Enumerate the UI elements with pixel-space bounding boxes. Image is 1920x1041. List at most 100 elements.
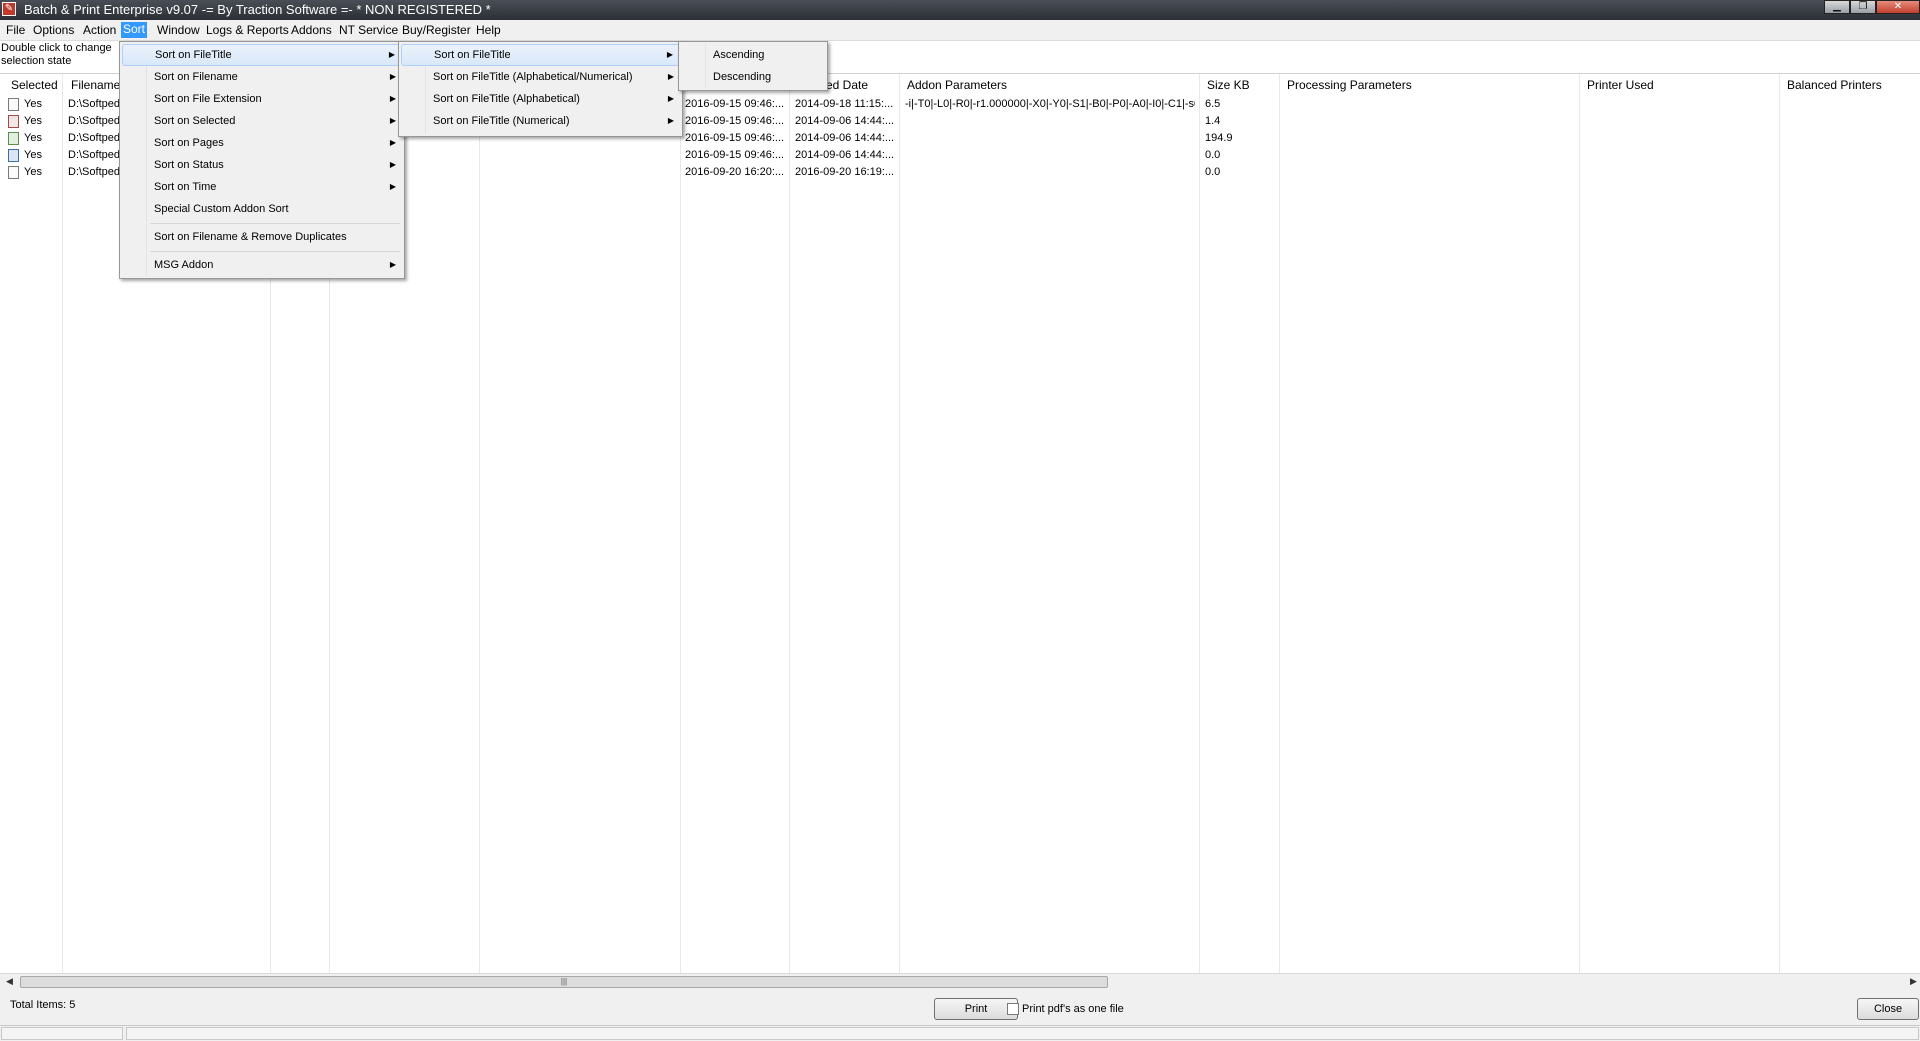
ascending-item[interactable]: Ascending	[681, 44, 825, 66]
submenu-arrow-icon: ▶	[388, 50, 395, 59]
menu-action[interactable]: Action	[81, 23, 118, 37]
submenu-arrow-icon: ▶	[389, 260, 396, 269]
close-button[interactable]: Close	[1857, 998, 1919, 1020]
filename-cell: D:\Softped	[68, 132, 120, 144]
sort-on-filename-item[interactable]: Sort on Filename ▶	[122, 66, 402, 88]
print-button[interactable]: Print	[934, 998, 1018, 1020]
status-pane-main	[126, 1027, 1919, 1040]
date-cell: 2016-09-15 09:46:...	[685, 115, 785, 127]
image-file-icon	[8, 98, 19, 111]
bottom-bar: Total Items: 5 Print Print pdf's as one …	[0, 990, 1920, 1025]
submenu-arrow-icon: ▶	[389, 182, 396, 191]
filename-cell: D:\Softped	[68, 115, 120, 127]
date-cell: 2016-09-15 09:46:...	[685, 98, 785, 110]
submenu-arrow-icon: ▶	[389, 116, 396, 125]
scrollbar-thumb[interactable]: |||	[20, 976, 1108, 988]
date-cell: 2016-09-20 16:20:...	[685, 166, 785, 178]
submenu-arrow-icon: ▶	[667, 94, 674, 103]
sort-filetitle-numerical-item[interactable]: Sort on FileTitle (Numerical) ▶	[401, 110, 680, 132]
menu-addons[interactable]: Addons	[289, 23, 334, 37]
pdf-file-icon	[8, 115, 19, 128]
selected-cell: Yes	[24, 166, 42, 178]
modified-date-cell: 2016-09-20 16:19:...	[795, 166, 895, 178]
sort-filetitle-item[interactable]: Sort on FileTitle ▶	[401, 44, 680, 66]
sort-filetitle-alphabetical-item[interactable]: Sort on FileTitle (Alphabetical) ▶	[401, 88, 680, 110]
print-one-file-checkbox[interactable]	[1007, 1003, 1019, 1015]
menu-nt-service[interactable]: NT Service	[337, 23, 400, 37]
sort-remove-duplicates-item[interactable]: Sort on Filename & Remove Duplicates	[122, 226, 402, 248]
title-bar: ✎ Batch & Print Enterprise v9.07 -= By T…	[0, 0, 1920, 20]
selected-cell: Yes	[24, 98, 42, 110]
minimize-button[interactable]: ▁	[1824, 0, 1850, 14]
modified-date-cell: 2014-09-06 14:44:...	[795, 149, 895, 161]
horizontal-scrollbar[interactable]: ◀ ||| ▶	[0, 973, 1920, 991]
menu-logs-reports[interactable]: Logs & Reports	[204, 23, 291, 37]
sort-on-selected-item[interactable]: Sort on Selected ▶	[122, 110, 402, 132]
msg-addon-item[interactable]: MSG Addon ▶	[122, 254, 402, 276]
column-header-processing-parameters[interactable]: Processing Parameters	[1287, 78, 1412, 92]
submenu-arrow-icon: ▶	[666, 50, 673, 59]
date-cell: 2016-09-15 09:46:...	[685, 149, 785, 161]
maximize-button[interactable]: ❐	[1850, 0, 1876, 14]
app-icon: ✎	[2, 2, 16, 16]
filetitle-submenu: Sort on FileTitle ▶ Sort on FileTitle (Al…	[398, 41, 683, 137]
menu-bar: File Options Action Sort Window Logs & R…	[0, 20, 1920, 41]
sort-on-filetitle-item[interactable]: Sort on FileTitle ▶	[122, 44, 402, 66]
descending-item[interactable]: Descending	[681, 66, 825, 88]
submenu-arrow-icon: ▶	[667, 116, 674, 125]
status-pane-left	[1, 1027, 123, 1040]
size-cell: 0.0	[1205, 149, 1221, 161]
menu-file[interactable]: File	[4, 23, 27, 37]
status-bar	[0, 1025, 1920, 1041]
addon-parameters-cell: -i|-T0|-L0|-R0|-r1.000000|-X0|-Y0|-S1|-B…	[905, 98, 1195, 110]
selected-cell: Yes	[24, 149, 42, 161]
submenu-arrow-icon: ▶	[389, 138, 396, 147]
submenu-arrow-icon: ▶	[667, 72, 674, 81]
column-header-size-kb[interactable]: Size KB	[1207, 78, 1250, 92]
menu-window[interactable]: Window	[155, 23, 202, 37]
date-cell: 2016-09-15 09:46:...	[685, 132, 785, 144]
size-cell: 0.0	[1205, 166, 1221, 178]
modified-date-cell: 2014-09-06 14:44:...	[795, 132, 895, 144]
selection-hint: Double click to change selection state	[1, 42, 112, 67]
column-header-filename[interactable]: Filename	[71, 78, 120, 92]
blank-file-icon	[8, 166, 19, 179]
size-cell: 194.9	[1205, 132, 1233, 144]
column-header-selected[interactable]: Selected	[11, 78, 58, 92]
window-title: Batch & Print Enterprise v9.07 -= By Tra…	[24, 2, 491, 17]
column-header-printer-used[interactable]: Printer Used	[1587, 78, 1654, 92]
sort-on-status-item[interactable]: Sort on Status ▶	[122, 154, 402, 176]
menu-sort[interactable]: Sort	[121, 22, 148, 38]
column-header-addon-parameters[interactable]: Addon Parameters	[907, 78, 1007, 92]
scroll-right-icon[interactable]: ▶	[1910, 976, 1917, 987]
sort-on-file-extension-item[interactable]: Sort on File Extension ▶	[122, 88, 402, 110]
submenu-arrow-icon: ▶	[389, 72, 396, 81]
selected-cell: Yes	[24, 132, 42, 144]
filename-cell: D:\Softped	[68, 98, 120, 110]
print-one-file-label: Print pdf's as one file	[1022, 1003, 1124, 1015]
sort-order-submenu: Ascending Descending	[678, 41, 828, 91]
submenu-arrow-icon: ▶	[389, 160, 396, 169]
column-header-balanced-printers[interactable]: Balanced Printers	[1787, 78, 1882, 92]
close-window-button[interactable]: ✕	[1876, 0, 1920, 14]
scroll-left-icon[interactable]: ◀	[6, 976, 13, 987]
modified-date-cell: 2014-09-18 11:15:...	[795, 98, 894, 110]
special-custom-addon-sort-item[interactable]: Special Custom Addon Sort	[122, 198, 402, 220]
modified-date-cell: 2014-09-06 14:44:...	[795, 115, 895, 127]
menu-buy-register[interactable]: Buy/Register	[400, 23, 473, 37]
filename-cell: D:\Softped	[68, 149, 120, 161]
column-header-modified-date[interactable]: ed Date	[826, 78, 868, 92]
sort-menu: Sort on FileTitle ▶ Sort on Filename ▶ Sor…	[119, 41, 405, 279]
menu-options[interactable]: Options	[31, 23, 76, 37]
submenu-arrow-icon: ▶	[389, 94, 396, 103]
total-items-label: Total Items: 5	[10, 999, 76, 1011]
menu-help[interactable]: Help	[474, 23, 503, 37]
xls-file-icon	[8, 132, 19, 145]
size-cell: 1.4	[1205, 115, 1221, 127]
doc-file-icon	[8, 149, 19, 162]
sort-on-pages-item[interactable]: Sort on Pages ▶	[122, 132, 402, 154]
sort-on-time-item[interactable]: Sort on Time ▶	[122, 176, 402, 198]
filename-cell: D:\Softped	[68, 166, 120, 178]
selected-cell: Yes	[24, 115, 42, 127]
sort-filetitle-alphanumerical-item[interactable]: Sort on FileTitle (Alphabetical/Numerica…	[401, 66, 680, 88]
